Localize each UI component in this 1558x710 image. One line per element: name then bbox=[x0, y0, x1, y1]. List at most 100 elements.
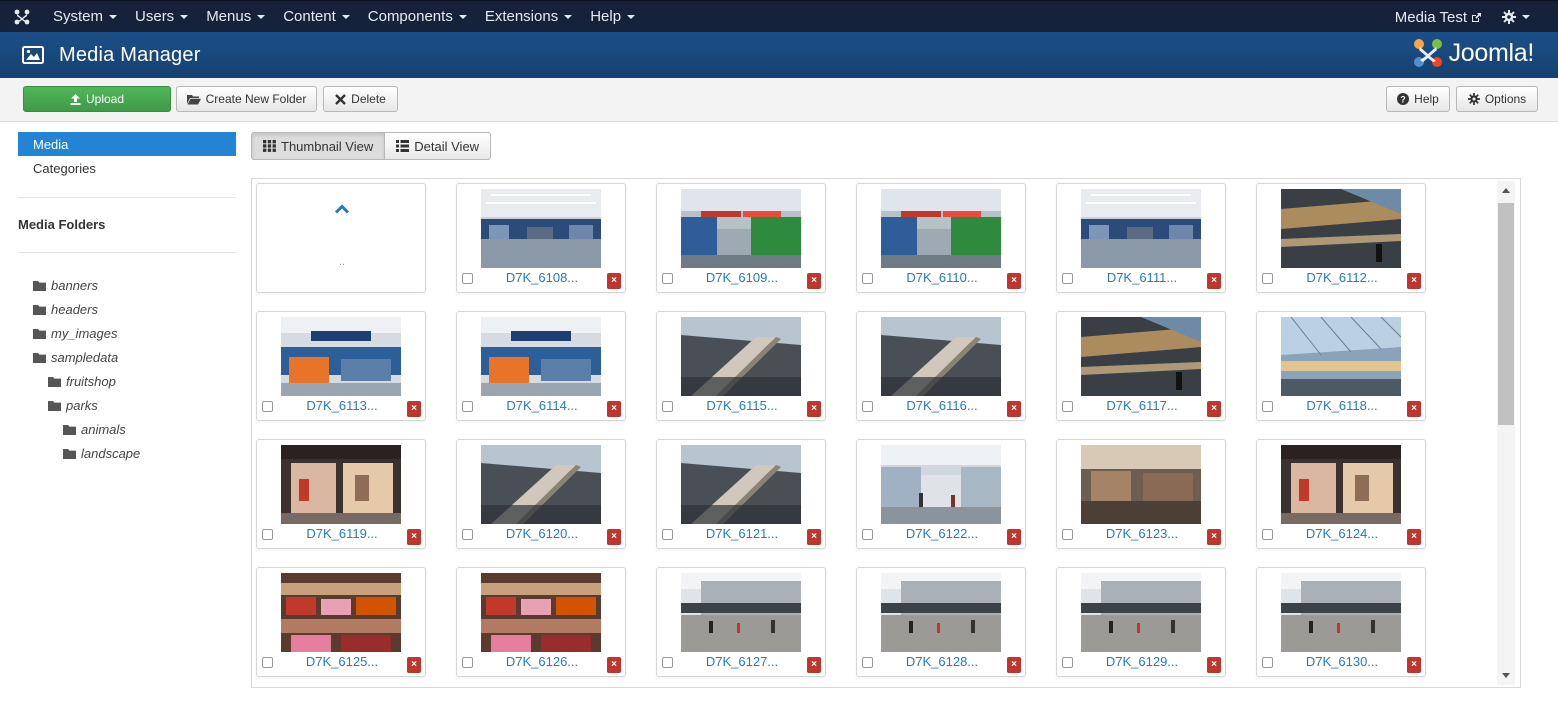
image-thumbnail[interactable] bbox=[1081, 317, 1201, 396]
folder-item-landscape[interactable]: landscape bbox=[18, 441, 236, 465]
image-thumbnail[interactable] bbox=[481, 317, 601, 396]
image-thumbnail[interactable] bbox=[1281, 189, 1401, 268]
image-thumbnail[interactable] bbox=[1281, 445, 1401, 524]
image-thumbnail[interactable] bbox=[681, 317, 801, 396]
media-tile[interactable]: D7K_6108... × bbox=[456, 183, 626, 293]
image-filename-link[interactable]: D7K_6112... bbox=[1257, 270, 1427, 285]
upload-button[interactable]: Upload bbox=[23, 86, 171, 112]
thumbnail-view-button[interactable]: Thumbnail View bbox=[251, 132, 386, 160]
delete-image-button[interactable]: × bbox=[807, 657, 821, 673]
image-filename-link[interactable]: D7K_6127... bbox=[657, 654, 827, 669]
media-tile[interactable]: D7K_6112... × bbox=[1256, 183, 1426, 293]
image-thumbnail[interactable] bbox=[1281, 573, 1401, 652]
site-link[interactable]: Media Test bbox=[1385, 1, 1492, 33]
settings-menu[interactable] bbox=[1492, 1, 1540, 33]
delete-image-button[interactable]: × bbox=[1207, 529, 1221, 545]
delete-button[interactable]: Delete bbox=[323, 86, 398, 112]
media-tile[interactable]: D7K_6111... × bbox=[1056, 183, 1226, 293]
image-filename-link[interactable]: D7K_6108... bbox=[457, 270, 627, 285]
delete-image-button[interactable]: × bbox=[1207, 657, 1221, 673]
delete-image-button[interactable]: × bbox=[807, 529, 821, 545]
media-tile[interactable]: D7K_6129... × bbox=[1056, 567, 1226, 677]
image-filename-link[interactable]: D7K_6129... bbox=[1057, 654, 1227, 669]
scrollbar-thumb[interactable] bbox=[1498, 203, 1514, 425]
image-filename-link[interactable]: D7K_6114... bbox=[457, 398, 627, 413]
topnav-item-content[interactable]: Content bbox=[274, 1, 359, 33]
media-tile[interactable]: D7K_6113... × bbox=[256, 311, 426, 421]
detail-view-button[interactable]: Detail View bbox=[385, 132, 492, 160]
image-filename-link[interactable]: D7K_6123... bbox=[1057, 526, 1227, 541]
image-thumbnail[interactable] bbox=[281, 573, 401, 652]
media-tile[interactable]: D7K_6109... × bbox=[656, 183, 826, 293]
image-thumbnail[interactable] bbox=[481, 445, 601, 524]
media-tile[interactable]: D7K_6117... × bbox=[1056, 311, 1226, 421]
help-button[interactable]: ? Help bbox=[1386, 86, 1450, 112]
delete-image-button[interactable]: × bbox=[607, 401, 621, 417]
media-tile[interactable]: D7K_6110... × bbox=[856, 183, 1026, 293]
image-thumbnail[interactable] bbox=[281, 317, 401, 396]
delete-image-button[interactable]: × bbox=[1007, 273, 1021, 289]
delete-image-button[interactable]: × bbox=[1407, 273, 1421, 289]
image-thumbnail[interactable] bbox=[481, 189, 601, 268]
folder-item-fruitshop[interactable]: fruitshop bbox=[18, 369, 236, 393]
scroll-down-arrow[interactable] bbox=[1502, 673, 1510, 678]
image-thumbnail[interactable] bbox=[1081, 189, 1201, 268]
media-tile[interactable]: D7K_6125... × bbox=[256, 567, 426, 677]
delete-image-button[interactable]: × bbox=[1407, 529, 1421, 545]
image-filename-link[interactable]: D7K_6111... bbox=[1057, 270, 1227, 285]
media-tile[interactable]: D7K_6119... × bbox=[256, 439, 426, 549]
image-filename-link[interactable]: D7K_6126... bbox=[457, 654, 627, 669]
delete-image-button[interactable]: × bbox=[407, 657, 421, 673]
folder-item-sampledata[interactable]: sampledata bbox=[18, 345, 236, 369]
topnav-item-users[interactable]: Users bbox=[126, 1, 197, 33]
joomla-brand-icon[interactable] bbox=[0, 1, 44, 33]
folder-item-animals[interactable]: animals bbox=[18, 417, 236, 441]
image-filename-link[interactable]: D7K_6117... bbox=[1057, 398, 1227, 413]
topnav-item-help[interactable]: Help bbox=[581, 1, 644, 33]
image-filename-link[interactable]: D7K_6130... bbox=[1257, 654, 1427, 669]
image-thumbnail[interactable] bbox=[1281, 317, 1401, 396]
image-thumbnail[interactable] bbox=[881, 189, 1001, 268]
media-tile[interactable]: D7K_6115... × bbox=[656, 311, 826, 421]
media-tile[interactable]: D7K_6116... × bbox=[856, 311, 1026, 421]
scrollbar[interactable] bbox=[1497, 181, 1515, 685]
media-tile[interactable]: D7K_6123... × bbox=[1056, 439, 1226, 549]
image-filename-link[interactable]: D7K_6116... bbox=[857, 398, 1027, 413]
folder-item-banners[interactable]: banners bbox=[18, 273, 236, 297]
image-thumbnail[interactable] bbox=[481, 573, 601, 652]
create-folder-button[interactable]: Create New Folder bbox=[176, 86, 317, 112]
image-filename-link[interactable]: D7K_6110... bbox=[857, 270, 1027, 285]
folder-item-my-images[interactable]: my_images bbox=[18, 321, 236, 345]
media-tile[interactable]: D7K_6124... × bbox=[1256, 439, 1426, 549]
folder-item-parks[interactable]: parks bbox=[18, 393, 236, 417]
delete-image-button[interactable]: × bbox=[1407, 401, 1421, 417]
image-thumbnail[interactable] bbox=[681, 445, 801, 524]
delete-image-button[interactable]: × bbox=[1007, 401, 1021, 417]
topnav-item-system[interactable]: System bbox=[44, 1, 126, 33]
topnav-item-menus[interactable]: Menus bbox=[197, 1, 274, 33]
delete-image-button[interactable]: × bbox=[407, 529, 421, 545]
delete-image-button[interactable]: × bbox=[1207, 273, 1221, 289]
media-tile[interactable]: D7K_6128... × bbox=[856, 567, 1026, 677]
delete-image-button[interactable]: × bbox=[407, 401, 421, 417]
scroll-up-arrow[interactable] bbox=[1502, 188, 1510, 193]
image-filename-link[interactable]: D7K_6121... bbox=[657, 526, 827, 541]
media-tile[interactable]: D7K_6114... × bbox=[456, 311, 626, 421]
image-filename-link[interactable]: D7K_6124... bbox=[1257, 526, 1427, 541]
delete-image-button[interactable]: × bbox=[1407, 657, 1421, 673]
image-filename-link[interactable]: D7K_6128... bbox=[857, 654, 1027, 669]
image-thumbnail[interactable] bbox=[881, 317, 1001, 396]
folder-item-headers[interactable]: headers bbox=[18, 297, 236, 321]
media-tile[interactable]: D7K_6121... × bbox=[656, 439, 826, 549]
media-tile[interactable]: D7K_6120... × bbox=[456, 439, 626, 549]
media-tile[interactable]: D7K_6127... × bbox=[656, 567, 826, 677]
delete-image-button[interactable]: × bbox=[607, 273, 621, 289]
delete-image-button[interactable]: × bbox=[1007, 657, 1021, 673]
delete-image-button[interactable]: × bbox=[807, 273, 821, 289]
options-button[interactable]: Options bbox=[1456, 86, 1538, 112]
image-thumbnail[interactable] bbox=[1081, 573, 1201, 652]
topnav-item-extensions[interactable]: Extensions bbox=[476, 1, 581, 33]
image-thumbnail[interactable] bbox=[881, 445, 1001, 524]
image-thumbnail[interactable] bbox=[681, 573, 801, 652]
topnav-item-components[interactable]: Components bbox=[359, 1, 476, 33]
